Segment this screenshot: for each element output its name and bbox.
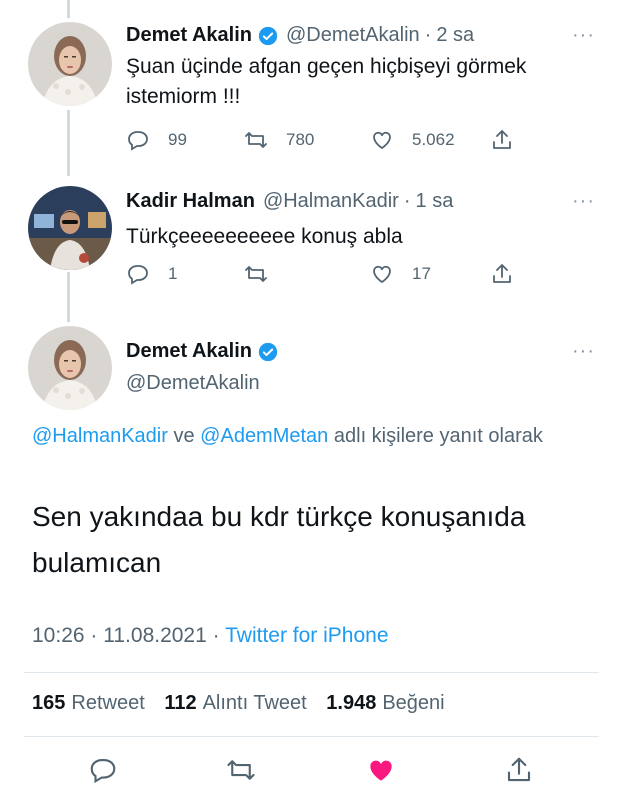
thread-line-1 bbox=[67, 110, 70, 176]
tweet-time[interactable]: 10:26 bbox=[32, 624, 85, 647]
tweet-time[interactable]: 1 sa bbox=[416, 190, 454, 213]
more-icon[interactable]: ··· bbox=[572, 190, 595, 213]
author-name[interactable]: Demet Akalin bbox=[126, 340, 252, 363]
retweet-button[interactable] bbox=[226, 755, 256, 785]
tweet2-actions: 1 17 bbox=[126, 262, 526, 288]
retweet-button[interactable] bbox=[244, 262, 286, 286]
tweet-text: Şuan üçinde afgan geçen hiçbişeyi görmek… bbox=[126, 55, 527, 108]
engagement-stats: 165 Retweet 112 Alıntı Tweet 1.948 Beğeni bbox=[32, 692, 445, 715]
main-tweet-text: Sen yakındaa bu kdr türkçe konuşanıda bu… bbox=[32, 501, 526, 578]
thread-line-2 bbox=[67, 272, 70, 322]
retweets-count: 165 bbox=[32, 692, 66, 714]
like-button[interactable]: 17 bbox=[370, 262, 431, 286]
quotes-stat[interactable]: 112 Alıntı Tweet bbox=[164, 692, 306, 714]
retweet-icon bbox=[227, 760, 255, 780]
tweet-time[interactable]: 2 sa bbox=[436, 24, 474, 47]
main-tweet-handle-row: @DemetAkalin bbox=[126, 372, 260, 395]
likes-count: 1.948 bbox=[326, 692, 377, 714]
tweet-text: Türkçeeeeeeeeee konuş abla bbox=[126, 225, 403, 248]
like-count: 17 bbox=[412, 264, 431, 283]
separator: · bbox=[403, 190, 411, 212]
reply-mention-2[interactable]: @AdemMetan bbox=[200, 425, 328, 447]
tweet2-header: Kadir Halman @HalmanKadir · 1 sa bbox=[126, 190, 453, 213]
thread-line-top bbox=[67, 0, 70, 18]
reply-count: 99 bbox=[168, 130, 187, 149]
reply-suffix: adlı kişilere yanıt olarak bbox=[333, 425, 543, 447]
quotes-count: 112 bbox=[164, 692, 197, 714]
avatar-demet[interactable] bbox=[28, 22, 112, 106]
likes-stat[interactable]: 1.948 Beğeni bbox=[326, 692, 444, 714]
reply-conjunction: ve bbox=[173, 425, 195, 447]
more-icon[interactable]: ··· bbox=[572, 24, 595, 47]
tweet-date[interactable]: 11.08.2021 bbox=[103, 624, 207, 647]
author-handle[interactable]: @DemetAkalin bbox=[286, 24, 420, 47]
tweet-source-link[interactable]: Twitter for iPhone bbox=[225, 624, 388, 647]
more-icon[interactable]: ··· bbox=[572, 340, 595, 363]
reply-icon bbox=[128, 131, 148, 151]
author-handle[interactable]: @DemetAkalin bbox=[126, 372, 260, 395]
tweet1-header: Demet Akalin @DemetAkalin · 2 sa bbox=[126, 24, 474, 47]
separator: · bbox=[90, 624, 98, 647]
likes-label: Beğeni bbox=[382, 692, 445, 714]
like-count: 5.062 bbox=[412, 130, 455, 149]
separator: · bbox=[212, 624, 220, 647]
share-icon bbox=[507, 757, 531, 782]
reply-icon bbox=[128, 265, 148, 285]
avatar-demet-main[interactable] bbox=[28, 326, 112, 410]
retweet-button[interactable]: 780 bbox=[244, 128, 314, 152]
retweet-count: 780 bbox=[286, 130, 315, 149]
share-button[interactable] bbox=[490, 262, 514, 286]
reply-count: 1 bbox=[168, 264, 178, 283]
avatar-kadir[interactable] bbox=[28, 186, 112, 270]
author-handle[interactable]: @HalmanKadir bbox=[263, 190, 399, 213]
main-tweet-actions bbox=[0, 755, 623, 785]
share-button[interactable] bbox=[490, 128, 514, 152]
retweets-label: Retweet bbox=[71, 692, 145, 714]
retweet-icon bbox=[245, 132, 267, 148]
divider bbox=[24, 736, 599, 737]
share-button[interactable] bbox=[504, 755, 534, 785]
like-icon bbox=[373, 265, 391, 283]
quotes-label: Alıntı Tweet bbox=[202, 692, 307, 714]
reply-button[interactable] bbox=[88, 755, 118, 785]
replying-to: @HalmanKadir ve @AdemMetan adlı kişilere… bbox=[32, 420, 592, 452]
reply-mention-1[interactable]: @HalmanKadir bbox=[32, 425, 168, 447]
tweet-meta: 10:26 · 11.08.2021 · Twitter for iPhone bbox=[32, 624, 389, 648]
share-icon bbox=[493, 130, 511, 149]
like-icon bbox=[370, 760, 392, 781]
divider bbox=[24, 672, 599, 673]
verified-badge-icon bbox=[258, 26, 278, 46]
share-icon bbox=[493, 264, 511, 283]
author-name[interactable]: Demet Akalin bbox=[126, 24, 252, 47]
author-name[interactable]: Kadir Halman bbox=[126, 190, 255, 213]
verified-badge-icon bbox=[258, 342, 278, 362]
retweet-icon bbox=[245, 266, 267, 282]
reply-icon bbox=[90, 758, 116, 784]
like-button[interactable] bbox=[366, 755, 396, 785]
reply-button[interactable]: 99 bbox=[126, 128, 187, 152]
like-icon bbox=[373, 131, 391, 149]
main-tweet-header: Demet Akalin bbox=[126, 340, 278, 363]
like-button[interactable]: 5.062 bbox=[370, 128, 455, 152]
separator: · bbox=[424, 24, 432, 46]
tweet1-actions: 99 780 5.062 bbox=[126, 128, 526, 154]
reply-button[interactable]: 1 bbox=[126, 262, 177, 286]
retweets-stat[interactable]: 165 Retweet bbox=[32, 692, 145, 714]
